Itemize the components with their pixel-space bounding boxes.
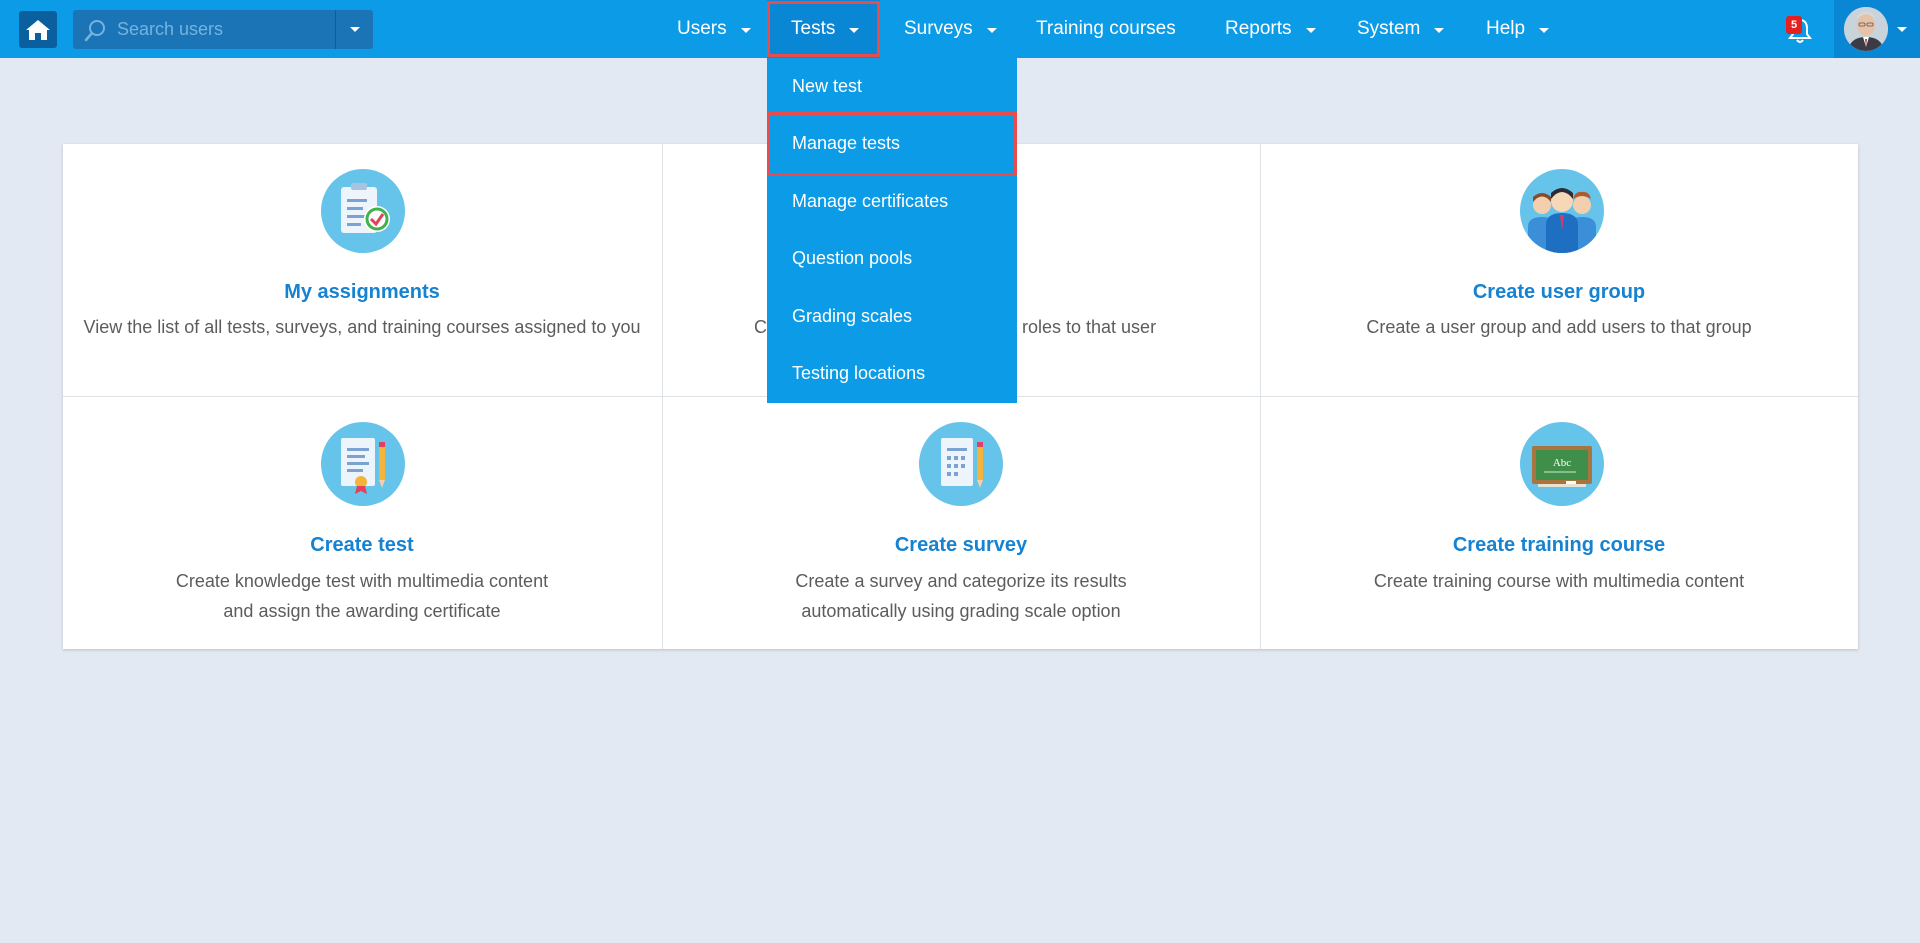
chevron-down-icon: [740, 28, 751, 33]
chevron-down-icon: [1434, 28, 1445, 33]
user-search: [73, 10, 373, 49]
card-description: Create knowledge test with multimedia co…: [78, 566, 646, 626]
card-title: Create training course: [1452, 534, 1666, 556]
nav-help[interactable]: Help: [1486, 0, 1550, 58]
menu-item-label: Grading scales: [792, 305, 913, 326]
menu-item-manage-tests[interactable]: Manage tests: [767, 115, 1017, 171]
chevron-down-icon: [1305, 28, 1316, 33]
card-description-left: C: [754, 317, 767, 337]
chevron-down-icon: [849, 28, 860, 33]
nav-users[interactable]: Users: [677, 0, 751, 58]
card-description-line: and assign the awarding certificate: [223, 601, 501, 621]
user-avatar: [1844, 7, 1888, 51]
nav-users-label: Users: [677, 18, 727, 39]
assignments-icon: [321, 169, 405, 253]
chevron-down-icon: [1539, 28, 1550, 33]
menu-item-label: New test: [792, 75, 863, 96]
card-create-survey[interactable]: Create survey Create a survey and catego…: [662, 396, 1260, 649]
card-create-training-course[interactable]: Abc Create training course Create traini…: [1260, 396, 1858, 649]
chalkboard-icon: Abc: [1520, 422, 1604, 506]
tests-dropdown-menu: New test Manage tests Manage certificate…: [767, 58, 1017, 403]
home-button[interactable]: [19, 11, 57, 48]
card-description-line: Create a survey and categorize its resul…: [795, 571, 1127, 591]
search-input[interactable]: [73, 10, 335, 49]
card-title: Create user group: [1472, 281, 1646, 303]
nav-system[interactable]: System: [1357, 0, 1445, 58]
nav-system-label: System: [1357, 18, 1421, 39]
card-description: View the list of all tests, surveys, and…: [83, 317, 641, 337]
card-title: Create test: [310, 534, 414, 556]
menu-item-label: Manage certificates: [792, 190, 949, 211]
nav-surveys[interactable]: Surveys: [904, 0, 997, 58]
card-description: Create a survey and categorize its resul…: [677, 566, 1245, 626]
card-title: Create survey: [894, 534, 1028, 556]
menu-item-question-pools[interactable]: Question pools: [767, 230, 1017, 286]
svg-text:Abc: Abc: [1553, 457, 1571, 469]
search-field: [73, 10, 335, 49]
nav-tests[interactable]: Tests: [767, 0, 880, 58]
card-my-assignments[interactable]: My assignments View the list of all test…: [63, 144, 661, 396]
card-title: My assignments: [284, 281, 440, 303]
menu-item-testing-locations[interactable]: Testing locations: [767, 345, 1017, 401]
menu-item-label: Testing locations: [792, 362, 926, 383]
menu-item-label: Manage tests: [792, 132, 901, 153]
user-profile-menu[interactable]: [1834, 0, 1920, 58]
chevron-down-icon: [349, 27, 360, 32]
nav-reports[interactable]: Reports: [1225, 0, 1316, 58]
nav-help-label: Help: [1486, 18, 1526, 39]
chevron-down-icon: [986, 28, 997, 33]
nav-tests-label: Tests: [791, 18, 836, 39]
chevron-down-icon: [1897, 26, 1907, 32]
search-options-dropdown[interactable]: [335, 10, 373, 49]
notification-count-badge: 5: [1786, 16, 1802, 34]
card-description-line: automatically using grading scale option: [801, 601, 1121, 621]
nav-reports-label: Reports: [1225, 18, 1292, 39]
home-icon: [26, 19, 50, 40]
menu-item-new-test[interactable]: New test: [767, 58, 1017, 114]
menu-item-manage-certificates[interactable]: Manage certificates: [767, 173, 1017, 229]
nav-training-courses-label: Training courses: [1036, 18, 1176, 39]
card-create-user-group[interactable]: Create user group Create a user group an…: [1260, 144, 1858, 396]
user-group-icon: [1520, 169, 1604, 253]
avatar: [1844, 7, 1888, 51]
card-description-right: r roles to that user: [1011, 317, 1157, 337]
menu-item-label: Question pools: [792, 247, 913, 268]
card-description-line: Create knowledge test with multimedia co…: [175, 571, 549, 591]
create-test-icon: [321, 422, 405, 506]
card-create-test[interactable]: Create test Create knowledge test with m…: [63, 396, 661, 649]
create-survey-icon: [919, 422, 1003, 506]
top-navigation-bar: Users Tests Surveys Training courses Rep…: [0, 0, 1920, 58]
search-icon: [84, 20, 105, 42]
nav-surveys-label: Surveys: [904, 18, 973, 39]
card-description: Create training course with multimedia c…: [1373, 571, 1745, 591]
card-description: Create a user group and add users to tha…: [1366, 317, 1752, 337]
nav-training-courses[interactable]: Training courses: [1036, 0, 1176, 58]
menu-item-grading-scales[interactable]: Grading scales: [767, 288, 1017, 344]
